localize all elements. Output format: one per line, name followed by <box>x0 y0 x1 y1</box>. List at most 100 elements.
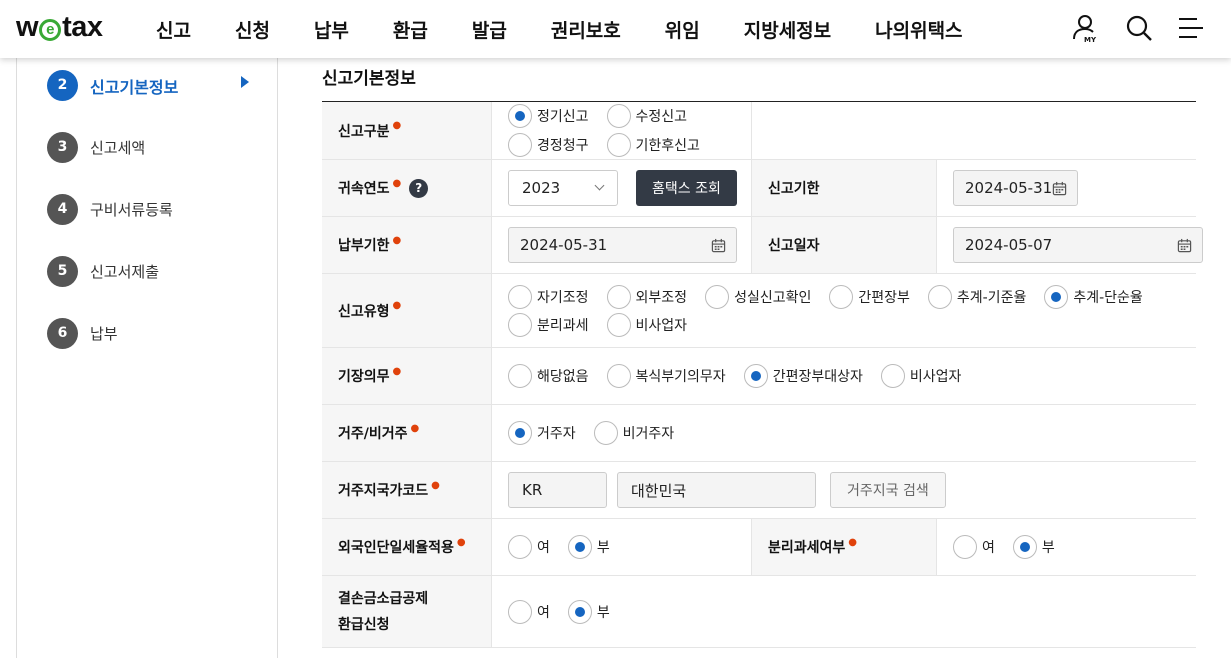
radio-non-resident[interactable]: 비거주자 <box>593 421 675 445</box>
radio-circle <box>567 599 592 624</box>
country-search-button[interactable]: 거주지국 검색 <box>830 472 946 508</box>
radio-loss-refund-no[interactable]: 부 <box>567 599 610 624</box>
label-text: 신고일자 <box>768 238 820 254</box>
tax-year-cell: 2023 홈택스 조회 <box>492 160 752 216</box>
hometax-lookup-button[interactable]: 홈택스 조회 <box>636 170 737 206</box>
radio-flat-rate-no[interactable]: 부 <box>567 535 610 559</box>
filing-deadline-field[interactable]: 2024-05-31 <box>953 170 1078 206</box>
field-label: 결손금소급공제 환급신청 <box>322 576 492 647</box>
radio-loss-refund-yes[interactable]: 여 <box>508 599 550 624</box>
radio-label: 간편장부 <box>858 289 910 306</box>
row-tax-year: 귀속연도 ●? 2023 홈택스 조회 신고기한 2024-05-31 <box>322 160 1196 217</box>
country-name-field[interactable]: 대한민국 <box>617 472 816 508</box>
row-residency: 거주/비거주 ● 거주자 비거주자 <box>322 405 1196 462</box>
radio-correction-claim[interactable]: 경정청구 <box>508 132 589 157</box>
radio-simple-books-target[interactable]: 간편장부대상자 <box>743 364 863 388</box>
step-number: 6 <box>47 318 78 349</box>
radio-flat-rate-yes[interactable]: 여 <box>508 535 550 559</box>
wetax-logo[interactable]: w e tax <box>16 11 103 44</box>
menu-icon[interactable] <box>1175 12 1207 44</box>
radio-label: 정기신고 <box>537 109 589 126</box>
radio-label: 외부조정 <box>635 289 688 306</box>
step-number: 3 <box>47 132 78 163</box>
radio-bookkeeping-non-business[interactable]: 비사업자 <box>880 364 962 388</box>
radio-circle <box>508 312 532 337</box>
radio-separate-tax-no[interactable]: 부 <box>1012 535 1055 559</box>
radio-circle <box>606 104 631 129</box>
nav-item-apply[interactable]: 신청 <box>213 16 292 43</box>
radio-not-applicable[interactable]: 해당없음 <box>508 364 589 388</box>
radio-estimate-simple[interactable]: 추계-단순율 <box>1044 284 1143 309</box>
radio-late-filing[interactable]: 기한후신고 <box>606 132 700 157</box>
radio-label: 비거주자 <box>622 426 675 442</box>
residency-radio-group: 거주자 비거주자 <box>492 405 1196 461</box>
field-label: 외국인단일세율적용 ● <box>322 519 492 575</box>
active-step-arrow-icon <box>241 76 249 88</box>
radio-circle <box>829 284 854 309</box>
label-text: 결손금소급공제 <box>338 590 429 607</box>
label-text: 거주지국가코드 <box>338 483 429 499</box>
radio-circle <box>953 535 977 559</box>
help-icon[interactable]: ? <box>409 178 429 198</box>
tax-year-select[interactable]: 2023 <box>508 170 618 206</box>
label-text: 신고기한 <box>768 181 820 197</box>
nav-item-delegate[interactable]: 위임 <box>643 16 722 43</box>
required-mark: ● <box>410 422 420 434</box>
radio-circle <box>606 132 631 157</box>
radio-self-adjustment[interactable]: 자기조정 <box>508 284 589 309</box>
calendar-icon[interactable] <box>1177 238 1192 253</box>
header-icons: MY <box>1071 12 1207 44</box>
filing-date-field[interactable]: 2024-05-07 <box>953 227 1203 263</box>
row-filing-type: 신고구분 ● 정기신고 수정신고 경정청구 기한후신고 <box>322 102 1196 160</box>
step-tax-amount[interactable]: 3 신고세액 <box>47 132 145 163</box>
label-text: 분리과세여부 <box>768 540 846 556</box>
calendar-icon[interactable] <box>1052 181 1067 196</box>
my-user-icon[interactable]: MY <box>1071 12 1103 44</box>
radio-label: 비사업자 <box>909 369 962 385</box>
nav-item-refund[interactable]: 환급 <box>371 16 450 43</box>
filing-date-cell: 2024-05-07 <box>937 217 1203 273</box>
radio-label: 추계-단순율 <box>1073 289 1143 306</box>
radio-separate-taxation[interactable]: 분리과세 <box>508 312 589 337</box>
radio-faithful-filing[interactable]: 성실신고확인 <box>705 284 812 309</box>
radio-circle <box>508 284 532 309</box>
nav-item-report[interactable]: 신고 <box>134 16 213 43</box>
nav-item-my-wetax[interactable]: 나의위택스 <box>853 16 984 43</box>
radio-simple-books[interactable]: 간편장부 <box>829 284 910 309</box>
logo-text-tax: tax <box>62 11 103 43</box>
radio-circle <box>1044 284 1069 309</box>
step-label: 구비서류등록 <box>90 201 173 219</box>
separate-tax-radio-group: 여 부 <box>937 519 1196 575</box>
basic-info-form: 신고구분 ● 정기신고 수정신고 경정청구 기한후신고 귀속연도 ●? 2023 홈… <box>322 101 1203 648</box>
radio-regular-filing[interactable]: 정기신고 <box>508 104 589 129</box>
step-number: 5 <box>47 256 78 287</box>
payment-deadline-field[interactable]: 2024-05-31 <box>508 227 737 263</box>
radio-non-business[interactable]: 비사업자 <box>606 312 688 337</box>
radio-external-adjustment[interactable]: 외부조정 <box>606 284 688 309</box>
country-code-cell: KR 대한민국 거주지국 검색 <box>492 462 1196 518</box>
radio-label: 여 <box>537 540 550 556</box>
search-icon[interactable] <box>1123 12 1155 44</box>
step-basic-info[interactable]: 2 신고기본정보 <box>47 70 178 101</box>
date-value: 2024-05-31 <box>965 179 1053 197</box>
radio-label: 비사업자 <box>635 317 688 334</box>
nav-item-local-tax-info[interactable]: 지방세정보 <box>722 16 853 43</box>
country-code-field[interactable]: KR <box>508 472 607 508</box>
required-mark: ● <box>392 120 402 131</box>
step-payment[interactable]: 6 납부 <box>47 318 118 349</box>
nav-item-rights[interactable]: 권리보호 <box>529 16 643 43</box>
my-label: MY <box>1084 36 1097 44</box>
step-documents[interactable]: 4 구비서류등록 <box>47 194 173 225</box>
nav-item-issue[interactable]: 발급 <box>450 16 529 43</box>
radio-estimate-standard[interactable]: 추계-기준율 <box>927 284 1026 309</box>
radio-resident[interactable]: 거주자 <box>508 421 576 445</box>
radio-label: 성실신고확인 <box>734 289 812 306</box>
radio-label: 부 <box>596 540 610 556</box>
date-value: 2024-05-31 <box>520 236 608 254</box>
radio-amended-filing[interactable]: 수정신고 <box>606 104 687 129</box>
radio-double-entry[interactable]: 복식부기의무자 <box>606 364 726 388</box>
nav-item-pay[interactable]: 납부 <box>292 16 371 43</box>
calendar-icon[interactable] <box>711 238 726 253</box>
radio-separate-tax-yes[interactable]: 여 <box>953 535 995 559</box>
step-submit[interactable]: 5 신고서제출 <box>47 256 159 287</box>
